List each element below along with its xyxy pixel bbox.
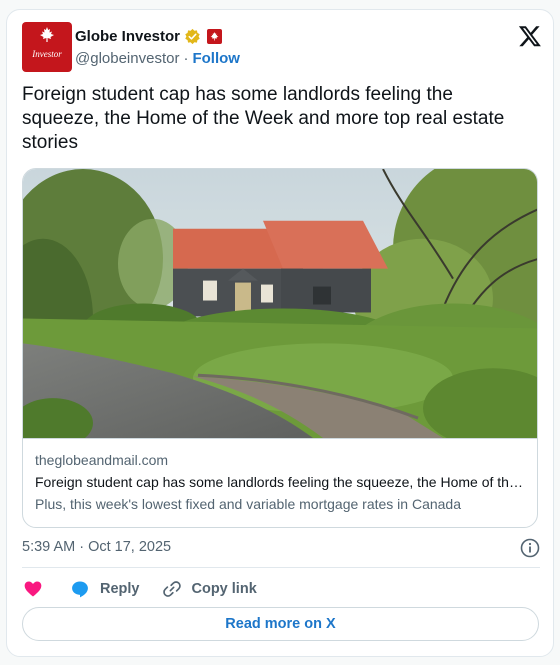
author-handle-row: @globeinvestor · Follow xyxy=(75,50,240,67)
heart-icon xyxy=(24,581,42,597)
link-icon xyxy=(162,581,181,597)
link-description: Plus, this week's lowest fixed and varia… xyxy=(35,496,462,512)
divider xyxy=(22,567,540,568)
gold-verified-badge-icon xyxy=(185,28,200,44)
author-display-name[interactable]: Globe Investor xyxy=(75,28,180,45)
copy-link-label: Copy link xyxy=(191,581,257,597)
copy-link-button[interactable]: Copy link xyxy=(162,579,257,599)
post-timestamp[interactable]: 5:39 AM · Oct 17, 2025 xyxy=(22,539,171,555)
reply-bubble-icon xyxy=(72,581,88,598)
like-button[interactable] xyxy=(22,578,44,600)
info-icon[interactable] xyxy=(520,538,540,558)
post-header: Investor Globe Investor @globeinvestor ·… xyxy=(22,22,542,74)
link-title: Foreign student cap has some landlords f… xyxy=(35,474,527,490)
reply-label: Reply xyxy=(100,581,140,597)
house-photo xyxy=(23,169,537,439)
separator-dot: · xyxy=(183,50,189,67)
author-name-row: Globe Investor xyxy=(75,26,223,46)
timestamp-row: 5:39 AM · Oct 17, 2025 xyxy=(22,538,540,558)
post-text: Foreign student cap has some landlords f… xyxy=(22,84,505,153)
link-domain: theglobeandmail.com xyxy=(35,452,169,468)
embedded-post-card: Investor Globe Investor @globeinvestor ·… xyxy=(6,9,554,657)
link-preview-card[interactable]: theglobeandmail.com Foreign student cap … xyxy=(22,168,538,528)
x-logo-icon[interactable] xyxy=(518,24,542,48)
avatar[interactable]: Investor xyxy=(22,22,72,72)
read-more-button[interactable]: Read more on X xyxy=(22,607,539,641)
follow-button[interactable]: Follow xyxy=(192,50,240,67)
action-bar: Reply Copy link xyxy=(22,576,540,602)
maple-leaf-affiliate-icon[interactable] xyxy=(207,28,223,44)
reply-button[interactable]: Reply xyxy=(70,579,140,599)
maple-leaf-icon xyxy=(40,27,54,42)
avatar-text: Investor xyxy=(32,49,62,59)
author-handle[interactable]: @globeinvestor xyxy=(75,50,179,67)
